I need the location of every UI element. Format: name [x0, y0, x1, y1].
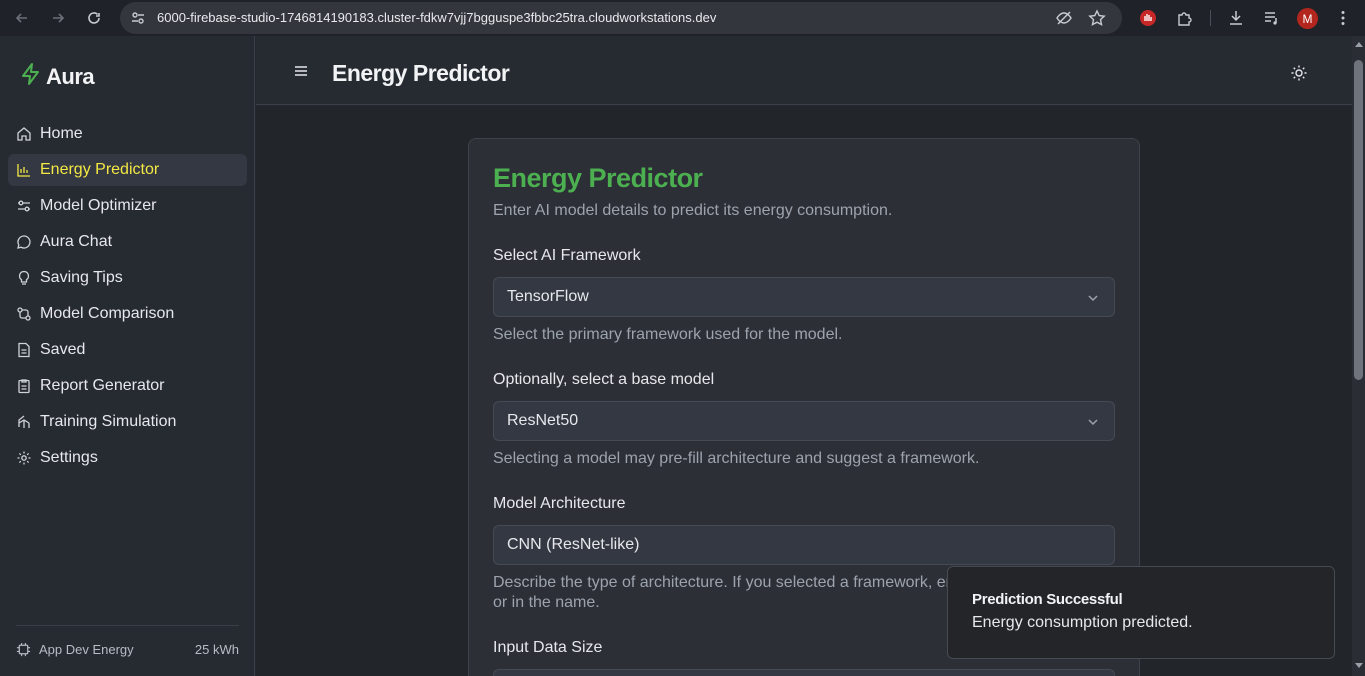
sidebar-item-label: Model Comparison: [40, 305, 175, 322]
toast-title: Prediction Successful: [972, 591, 1123, 608]
architecture-help-line-1: Describe the type of architecture. If yo…: [493, 574, 963, 591]
home-icon: [16, 126, 32, 142]
sidebar-item-model-optimizer[interactable]: Model Optimizer: [8, 190, 247, 222]
input-data-size-label: Input Data Size: [493, 639, 603, 656]
clipboard-icon: [16, 378, 32, 394]
chat-bubble-icon: [16, 234, 32, 250]
sidebar-item-label: Saving Tips: [40, 269, 123, 286]
url-text[interactable]: 6000-firebase-studio-1746814190183.clust…: [157, 10, 716, 25]
lightbulb-icon: [16, 270, 32, 286]
form-title: Energy Predictor: [493, 163, 703, 193]
page-header: Energy Predictor: [256, 36, 1352, 105]
browser-toolbar: 6000-firebase-studio-1746814190183.clust…: [0, 0, 1365, 36]
toast-message: Energy consumption predicted.: [972, 614, 1193, 631]
hamburger-menu-icon[interactable]: [292, 64, 310, 78]
toolbar-divider: [1210, 10, 1211, 26]
page-scrollbar[interactable]: [1352, 36, 1365, 676]
document-icon: [16, 342, 32, 358]
scroll-up-arrow-icon[interactable]: [1355, 42, 1363, 47]
sidebar-item-label: Settings: [40, 449, 98, 466]
sidebar-item-home[interactable]: Home: [8, 118, 247, 150]
sidebar-item-label: Saved: [40, 341, 86, 358]
framework-select[interactable]: TensorFlow: [493, 277, 1115, 317]
simulation-icon: [16, 414, 32, 430]
scroll-down-arrow-icon[interactable]: [1355, 663, 1363, 668]
chevron-down-icon: [1086, 415, 1100, 429]
sidebar-item-label: Model Optimizer: [40, 197, 157, 214]
framework-label: Select AI Framework: [493, 247, 641, 264]
kebab-menu-icon[interactable]: [1332, 7, 1354, 29]
chevron-down-icon: [1086, 291, 1100, 305]
download-icon[interactable]: [1225, 7, 1247, 29]
profile-avatar[interactable]: M: [1297, 8, 1318, 29]
brand-name: Aura: [46, 63, 95, 89]
bar-chart-icon: [16, 162, 32, 178]
architecture-input-value: CNN (ResNet-like): [507, 536, 640, 553]
sidebar-item-saving-tips[interactable]: Saving Tips: [8, 262, 247, 294]
extension-red-icon[interactable]: [1137, 7, 1159, 29]
sidebar-item-aura-chat[interactable]: Aura Chat: [8, 226, 247, 258]
base-model-help-text: Selecting a model may pre-fill architect…: [493, 450, 980, 467]
sidebar-item-label: Report Generator: [40, 377, 165, 394]
sidebar-item-settings[interactable]: Settings: [8, 442, 247, 474]
sidebar-nav: Home Energy Predictor Model Optimizer Au…: [8, 118, 247, 478]
architecture-input[interactable]: CNN (ResNet-like): [493, 525, 1115, 565]
eye-off-icon[interactable]: [1055, 9, 1073, 32]
forward-icon[interactable]: [47, 7, 69, 29]
success-toast[interactable]: Prediction Successful Energy consumption…: [947, 566, 1335, 659]
site-info-icon[interactable]: [130, 10, 146, 31]
sidebar-item-label: Training Simulation: [40, 413, 177, 430]
sidebar-item-report-generator[interactable]: Report Generator: [8, 370, 247, 402]
back-icon[interactable]: [11, 7, 33, 29]
sidebar-item-training-simulation[interactable]: Training Simulation: [8, 406, 247, 438]
media-queue-icon[interactable]: [1261, 7, 1283, 29]
sidebar-item-label: Home: [40, 125, 83, 142]
sidebar-item-label: Aura Chat: [40, 233, 113, 250]
sidebar-item-saved[interactable]: Saved: [8, 334, 247, 366]
extensions-puzzle-icon[interactable]: [1174, 7, 1196, 29]
star-icon[interactable]: [1088, 9, 1106, 32]
sidebar-item-model-comparison[interactable]: Model Comparison: [8, 298, 247, 330]
architecture-label: Model Architecture: [493, 495, 626, 512]
lightning-icon: [20, 62, 42, 91]
framework-help-text: Select the primary framework used for th…: [493, 326, 843, 343]
brand-logo[interactable]: Aura: [20, 62, 95, 91]
scrollbar-thumb[interactable]: [1354, 60, 1363, 380]
cpu-icon: [16, 642, 31, 657]
reload-icon[interactable]: [83, 7, 105, 29]
page-title: Energy Predictor: [332, 60, 510, 86]
sliders-icon: [16, 198, 32, 214]
base-model-select-value: ResNet50: [507, 412, 579, 429]
sidebar-divider: [16, 625, 239, 626]
gear-icon: [16, 450, 32, 466]
base-model-select[interactable]: ResNet50: [493, 401, 1115, 441]
sun-theme-toggle-icon[interactable]: [1290, 64, 1308, 82]
app-energy-summary: App Dev Energy 25 kWh: [16, 642, 239, 657]
base-model-label: Optionally, select a base model: [493, 371, 715, 388]
sidebar-item-energy-predictor[interactable]: Energy Predictor: [8, 154, 247, 186]
framework-select-value: TensorFlow: [507, 288, 589, 305]
architecture-help-line-2: or in the name.: [493, 594, 600, 611]
sidebar-item-label: Energy Predictor: [40, 161, 160, 178]
compare-icon: [16, 306, 32, 322]
sidebar: Aura Home Energy Predictor Model Optimiz…: [0, 36, 255, 676]
energy-summary-label: App Dev Energy: [39, 642, 134, 657]
input-data-size-field[interactable]: [493, 669, 1115, 676]
form-description: Enter AI model details to predict its en…: [493, 202, 893, 219]
address-bar[interactable]: 6000-firebase-studio-1746814190183.clust…: [120, 2, 1122, 34]
energy-summary-value: 25 kWh: [194, 642, 239, 657]
